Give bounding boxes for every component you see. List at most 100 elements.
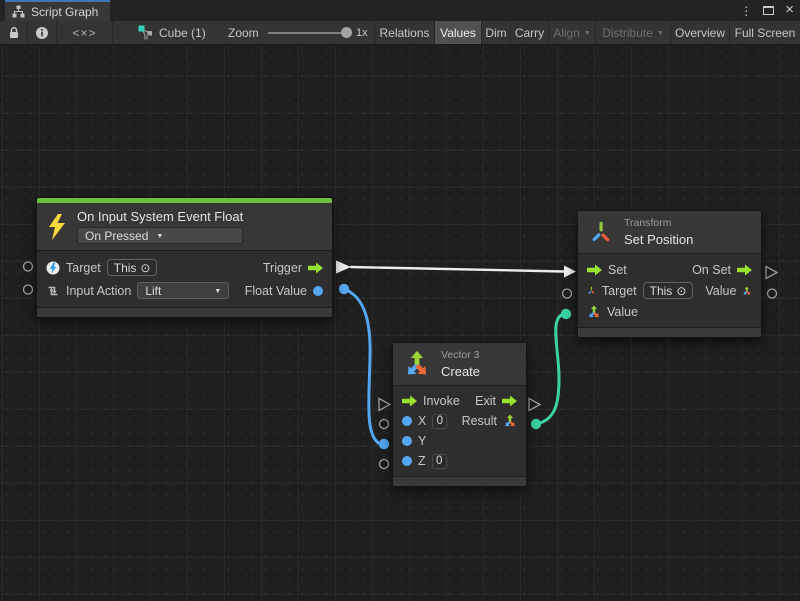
lock-button[interactable] — [0, 21, 28, 44]
flow-arrow-icon — [737, 264, 752, 276]
align-label: Align — [553, 26, 580, 40]
z-value-field[interactable]: 0 — [432, 454, 447, 469]
tab-script-graph[interactable]: Script Graph — [5, 0, 110, 21]
flow-arrow-icon — [587, 264, 602, 276]
chevron-down-icon: ▼ — [584, 30, 591, 37]
lock-icon — [7, 26, 21, 40]
carry-toggle[interactable]: Carry — [510, 21, 548, 44]
event-target-object-picker[interactable]: This ⊙ — [107, 259, 158, 276]
object-picker-icon: ⊙ — [676, 284, 686, 298]
port-input-action-input[interactable] — [24, 285, 33, 294]
values-toggle[interactable]: Values — [434, 21, 481, 44]
vector3-node-header: Vector 3 Create — [393, 343, 526, 386]
zoom-slider[interactable] — [268, 32, 352, 34]
zoom-slider-handle[interactable] — [341, 27, 352, 38]
node-category: Transform — [624, 217, 693, 229]
target-label: Target — [66, 261, 101, 275]
info-icon — [35, 26, 49, 40]
maximize-icon[interactable] — [763, 6, 774, 15]
event-node-footer — [37, 307, 332, 317]
align-dropdown[interactable]: Align ▼ — [548, 21, 595, 44]
vector3-x-row: X 0 Result — [393, 411, 526, 431]
target-label: Target — [602, 284, 637, 298]
transform-target-object-picker[interactable]: This ⊙ — [643, 282, 694, 299]
zoom-label: Zoom — [228, 21, 259, 44]
info-button[interactable] — [28, 21, 57, 44]
z-label: Z — [418, 454, 426, 468]
transform-value-row: Value — [578, 301, 761, 322]
window-controls: ⋮ × — [740, 0, 794, 21]
vector3-invoke-row: Invoke Exit — [393, 391, 526, 411]
distribute-label: Distribute — [602, 26, 653, 40]
node-on-input-system-event-float[interactable]: On Input System Event Float On Pressed ▼… — [36, 197, 333, 318]
chevron-down-icon: ▼ — [657, 30, 664, 37]
graph-toolbar: <×> Cube (1) Zoom 1x Relations Values Di… — [0, 21, 800, 45]
event-mode-dropdown[interactable]: On Pressed ▼ — [77, 227, 243, 244]
node-title: Set Position — [624, 232, 693, 247]
port-z-input[interactable] — [380, 460, 389, 469]
kebab-menu-icon[interactable]: ⋮ — [740, 5, 752, 17]
float-port-icon — [313, 286, 323, 296]
port-result-output[interactable] — [531, 419, 541, 429]
tab-title: Script Graph — [31, 5, 98, 19]
event-mode-value: On Pressed — [85, 229, 148, 243]
overview-button[interactable]: Overview — [670, 21, 729, 44]
port-y-input[interactable] — [379, 439, 389, 449]
input-action-label: Input Action — [66, 284, 131, 298]
node-vector3-create[interactable]: Vector 3 Create Invoke Exit X 0 — [392, 342, 527, 487]
chevron-down-icon: ▼ — [156, 233, 163, 240]
event-target-value: This — [114, 261, 137, 275]
flow-arrow-icon — [308, 262, 323, 274]
transform-target-value: This — [650, 284, 673, 298]
vector3-icon — [403, 350, 431, 378]
node-transform-set-position[interactable]: Transform Set Position Set On Set — [577, 210, 762, 338]
float-port-icon — [402, 436, 412, 446]
port-event-target-input[interactable] — [24, 262, 33, 271]
y-label: Y — [418, 434, 426, 448]
code-preview-button[interactable]: <×> — [57, 21, 113, 44]
dim-toggle[interactable]: Dim — [481, 21, 510, 44]
lightning-bolt-icon — [47, 214, 67, 240]
event-node-header: On Input System Event Float On Pressed ▼ — [37, 203, 332, 251]
port-value-output[interactable] — [768, 289, 777, 298]
vector3-type-icon — [587, 305, 601, 319]
fullscreen-button[interactable]: Full Screen — [729, 21, 800, 44]
x-value-field[interactable]: 0 — [432, 414, 447, 429]
transform-mini-icon — [587, 284, 596, 297]
vector3-node-body: Invoke Exit X 0 Result — [393, 386, 526, 476]
port-value-input[interactable] — [561, 309, 571, 319]
event-target-type-icon — [46, 261, 60, 275]
x-label: X — [418, 414, 426, 428]
vector3-node-footer — [393, 476, 526, 486]
titlebar: Script Graph ⋮ × — [0, 0, 800, 21]
on-set-label: On Set — [692, 263, 731, 277]
vector3-type-icon — [742, 284, 752, 298]
flow-arrow-icon — [502, 395, 517, 407]
event-input-action-row: Input Action Lift ▼ Float Value — [37, 279, 332, 302]
transform-node-body: Set On Set Target This ⊙ V — [578, 254, 761, 327]
port-transform-target-input[interactable] — [563, 289, 572, 298]
input-action-icon — [46, 284, 60, 298]
float-port-icon — [402, 416, 412, 426]
value-output-label: Value — [705, 284, 736, 298]
trigger-label: Trigger — [263, 261, 302, 275]
transform-node-header: Transform Set Position — [578, 211, 761, 254]
zoom-value: 1x — [356, 21, 368, 44]
graph-reference-label: Cube (1) — [159, 26, 206, 40]
relations-toggle[interactable]: Relations — [374, 21, 434, 44]
node-category: Vector 3 — [441, 349, 480, 361]
graph-reference-breadcrumb[interactable]: Cube (1) — [138, 21, 206, 44]
set-label: Set — [608, 263, 627, 277]
port-float-value-output[interactable] — [339, 284, 349, 294]
input-action-dropdown[interactable]: Lift ▼ — [137, 282, 229, 299]
graph-hierarchy-icon — [12, 5, 25, 18]
code-icon: <×> — [72, 26, 96, 40]
transform-node-footer — [578, 327, 761, 337]
port-x-input[interactable] — [380, 420, 389, 429]
close-icon[interactable]: × — [785, 2, 794, 17]
vector3-type-icon — [503, 414, 517, 428]
float-port-icon — [402, 456, 412, 466]
distribute-dropdown[interactable]: Distribute ▼ — [595, 21, 670, 44]
result-label: Result — [462, 414, 497, 428]
transform-icon — [588, 219, 614, 245]
